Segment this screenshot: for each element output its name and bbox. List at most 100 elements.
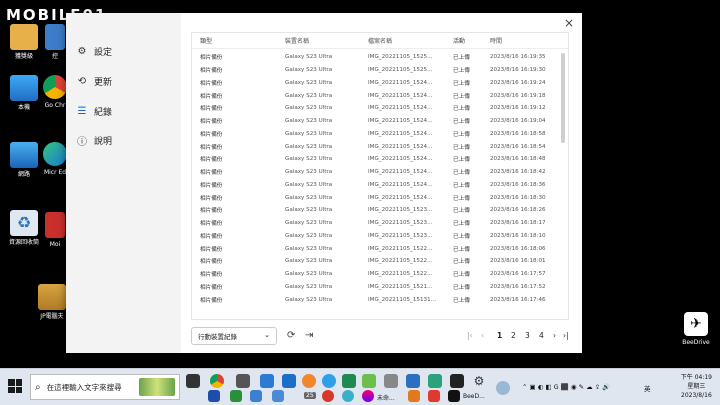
column-header-filename[interactable]: 檔案名稱 bbox=[362, 36, 449, 45]
task-view-icon[interactable] bbox=[186, 374, 200, 388]
cell-type: 相片備份 bbox=[200, 80, 223, 87]
table-row[interactable]: 相片備份 Galaxy S23 Ultra IMG_20221105_1523...… bbox=[192, 204, 562, 217]
export-button[interactable]: ⇥ bbox=[305, 330, 313, 341]
column-header-time[interactable]: 時間 bbox=[486, 36, 560, 45]
cell-device: Galaxy S23 Ultra bbox=[285, 258, 333, 265]
table-row[interactable]: 相片備份 Galaxy S23 Ultra IMG_20221105_1524...… bbox=[192, 89, 562, 102]
illustrator-icon[interactable] bbox=[408, 390, 420, 402]
first-page-button[interactable]: |‹ bbox=[467, 331, 473, 340]
app-taskbar-icon[interactable] bbox=[428, 374, 442, 388]
table-row[interactable]: 相片備份 Galaxy S23 Ultra IMG_20221105_1524...… bbox=[192, 140, 562, 153]
table-scrollbar[interactable] bbox=[561, 53, 565, 143]
table-row[interactable]: 相片備份 Galaxy S23 Ultra IMG_20221105_1522...… bbox=[192, 268, 562, 281]
taskbar-search-box[interactable]: ⌕ 在這裡輸入文字來搜尋 bbox=[30, 374, 180, 400]
cell-time: 2023/8/16 16:17:46 bbox=[490, 296, 546, 303]
table-row[interactable]: 相片備份 Galaxy S23 Ultra IMG_20221105_1524...… bbox=[192, 102, 562, 115]
cell-device: Galaxy S23 Ultra bbox=[285, 181, 333, 188]
weather-icon[interactable] bbox=[496, 381, 510, 395]
sidebar-item-update[interactable]: ⟲ 更新 bbox=[76, 71, 112, 91]
photoshop-icon[interactable] bbox=[208, 390, 220, 402]
table-row[interactable]: 相片備份 Galaxy S23 Ultra IMG_20221105_15131..… bbox=[192, 293, 562, 306]
windows-start-button[interactable] bbox=[8, 379, 22, 393]
table-row[interactable]: 相片備份 Galaxy S23 Ultra IMG_20221105_1524...… bbox=[192, 191, 562, 204]
app-taskbar-icon[interactable] bbox=[362, 374, 376, 388]
cell-time: 2023/8/16 16:19:30 bbox=[490, 67, 546, 74]
cell-filename: IMG_20221105_1524... bbox=[368, 181, 433, 188]
column-header-type[interactable]: 類型 bbox=[192, 36, 277, 45]
cell-device: Galaxy S23 Ultra bbox=[285, 118, 333, 125]
app-taskbar-icon[interactable] bbox=[230, 390, 242, 402]
close-button[interactable]: × bbox=[564, 16, 574, 30]
column-header-device[interactable]: 裝置名稱 bbox=[277, 36, 362, 45]
cell-device: Galaxy S23 Ultra bbox=[285, 271, 333, 278]
table-row[interactable]: 相片備份 Galaxy S23 Ultra IMG_20221105_1525...… bbox=[192, 51, 562, 64]
search-icon: ⌕ bbox=[35, 381, 41, 393]
cell-time: 2023/8/16 16:18:01 bbox=[490, 258, 546, 265]
app-taskbar-icon[interactable] bbox=[362, 390, 374, 402]
tray-icons[interactable]: ⌃ ▣ ◐ ◧ G ⬛ ◉ ✎ ☁ ⇪ 🔊 bbox=[522, 383, 610, 391]
app-taskbar-icon[interactable] bbox=[384, 374, 398, 388]
notification-badge: 25 bbox=[304, 392, 316, 399]
cell-type: 相片備份 bbox=[200, 131, 223, 138]
refresh-button[interactable]: ⟳ bbox=[287, 330, 295, 341]
table-row[interactable]: 相片備份 Galaxy S23 Ultra IMG_20221105_1523...… bbox=[192, 230, 562, 243]
sidebar-item-settings[interactable]: ⚙ 設定 bbox=[76, 41, 113, 61]
taskbar-app-label[interactable]: 未命... bbox=[377, 393, 395, 402]
page-4-button[interactable]: 4 bbox=[539, 331, 544, 340]
cell-activity: 已上傳 bbox=[453, 93, 470, 100]
app-taskbar-icon[interactable] bbox=[260, 374, 274, 388]
taskbar-clock[interactable]: 下午 04:19 星期三 2023/8/16 bbox=[681, 373, 712, 400]
page-2-button[interactable]: 2 bbox=[511, 331, 516, 340]
cell-filename: IMG_20221105_1522... bbox=[368, 245, 433, 252]
firefox-icon[interactable] bbox=[302, 374, 316, 388]
next-page-button[interactable]: › bbox=[553, 331, 556, 340]
cell-device: Galaxy S23 Ultra bbox=[285, 92, 333, 99]
app-taskbar-icon[interactable] bbox=[342, 374, 356, 388]
app-taskbar-icon[interactable] bbox=[322, 390, 334, 402]
log-filter-select[interactable]: 行動裝置紀錄 ⌄ bbox=[191, 327, 277, 345]
desktop-icon-beedrive[interactable]: ✈ BeeDrive bbox=[678, 312, 714, 346]
input-method-indicator[interactable]: 英 bbox=[644, 383, 651, 393]
table-row[interactable]: 相片備份 Galaxy S23 Ultra IMG_20221105_1523...… bbox=[192, 217, 562, 230]
sidebar-item-log[interactable]: ☰ 紀錄 bbox=[76, 101, 113, 121]
table-row[interactable]: 相片備份 Galaxy S23 Ultra IMG_20221105_1524...… bbox=[192, 77, 562, 90]
column-header-activity[interactable]: 活動 bbox=[449, 36, 486, 45]
gear-icon[interactable]: ⚙ bbox=[472, 374, 486, 388]
app-taskbar-icon[interactable] bbox=[250, 390, 262, 402]
beedrive-icon: ✈ bbox=[684, 312, 708, 336]
table-row[interactable]: 相片備份 Galaxy S23 Ultra IMG_20221105_1522...… bbox=[192, 255, 562, 268]
table-row[interactable]: 相片備份 Galaxy S23 Ultra IMG_20221105_1524...… bbox=[192, 115, 562, 128]
cell-activity: 已上傳 bbox=[453, 55, 470, 62]
app-taskbar-icon[interactable] bbox=[272, 390, 284, 402]
table-row[interactable]: 相片備份 Galaxy S23 Ultra IMG_20221105_1524...… bbox=[192, 179, 562, 192]
table-row[interactable]: 相片備份 Galaxy S23 Ultra IMG_20221105_1525...… bbox=[192, 64, 562, 77]
app-taskbar-icon[interactable] bbox=[282, 374, 296, 388]
app-taskbar-icon[interactable] bbox=[450, 374, 464, 388]
table-row[interactable]: 相片備份 Galaxy S23 Ultra IMG_20221105_1522...… bbox=[192, 242, 562, 255]
prev-page-button[interactable]: ‹ bbox=[481, 331, 484, 340]
cell-device: Galaxy S23 Ultra bbox=[285, 207, 333, 214]
taskbar-active-app-label[interactable]: BeeD... bbox=[463, 393, 485, 400]
table-row[interactable]: 相片備份 Galaxy S23 Ultra IMG_20221105_1521...… bbox=[192, 281, 562, 294]
cell-device: Galaxy S23 Ultra bbox=[285, 54, 333, 61]
page-3-button[interactable]: 3 bbox=[525, 331, 530, 340]
chrome-taskbar-icon[interactable] bbox=[210, 374, 224, 388]
desktop: MOBILE01 獲獎級 控 本機 Go Chr 網路 Micr Ed ♻ 資源… bbox=[0, 0, 720, 368]
cell-time: 2023/8/16 16:18:17 bbox=[490, 220, 546, 227]
beedrive-taskbar-icon[interactable] bbox=[448, 390, 460, 402]
sidebar-item-help[interactable]: ⓘ 說明 bbox=[76, 130, 112, 150]
cell-type: 相片備份 bbox=[200, 272, 223, 279]
table-row[interactable]: 相片備份 Galaxy S23 Ultra IMG_20221105_1524...… bbox=[192, 166, 562, 179]
calculator-icon[interactable] bbox=[406, 374, 420, 388]
folder-icon bbox=[38, 284, 66, 310]
cell-time: 2023/8/16 16:19:12 bbox=[490, 105, 546, 112]
page-1-button[interactable]: 1 bbox=[497, 331, 502, 340]
app-taskbar-icon[interactable] bbox=[236, 374, 250, 388]
edge-taskbar-icon[interactable] bbox=[322, 374, 336, 388]
app-taskbar-icon[interactable] bbox=[342, 390, 354, 402]
table-row[interactable]: 相片備份 Galaxy S23 Ultra IMG_20221105_1524...… bbox=[192, 153, 562, 166]
cell-time: 2023/8/16 16:18:42 bbox=[490, 169, 546, 176]
app-taskbar-icon[interactable] bbox=[428, 390, 440, 402]
table-row[interactable]: 相片備份 Galaxy S23 Ultra IMG_20221105_1524...… bbox=[192, 128, 562, 141]
last-page-button[interactable]: ›| bbox=[563, 331, 569, 340]
